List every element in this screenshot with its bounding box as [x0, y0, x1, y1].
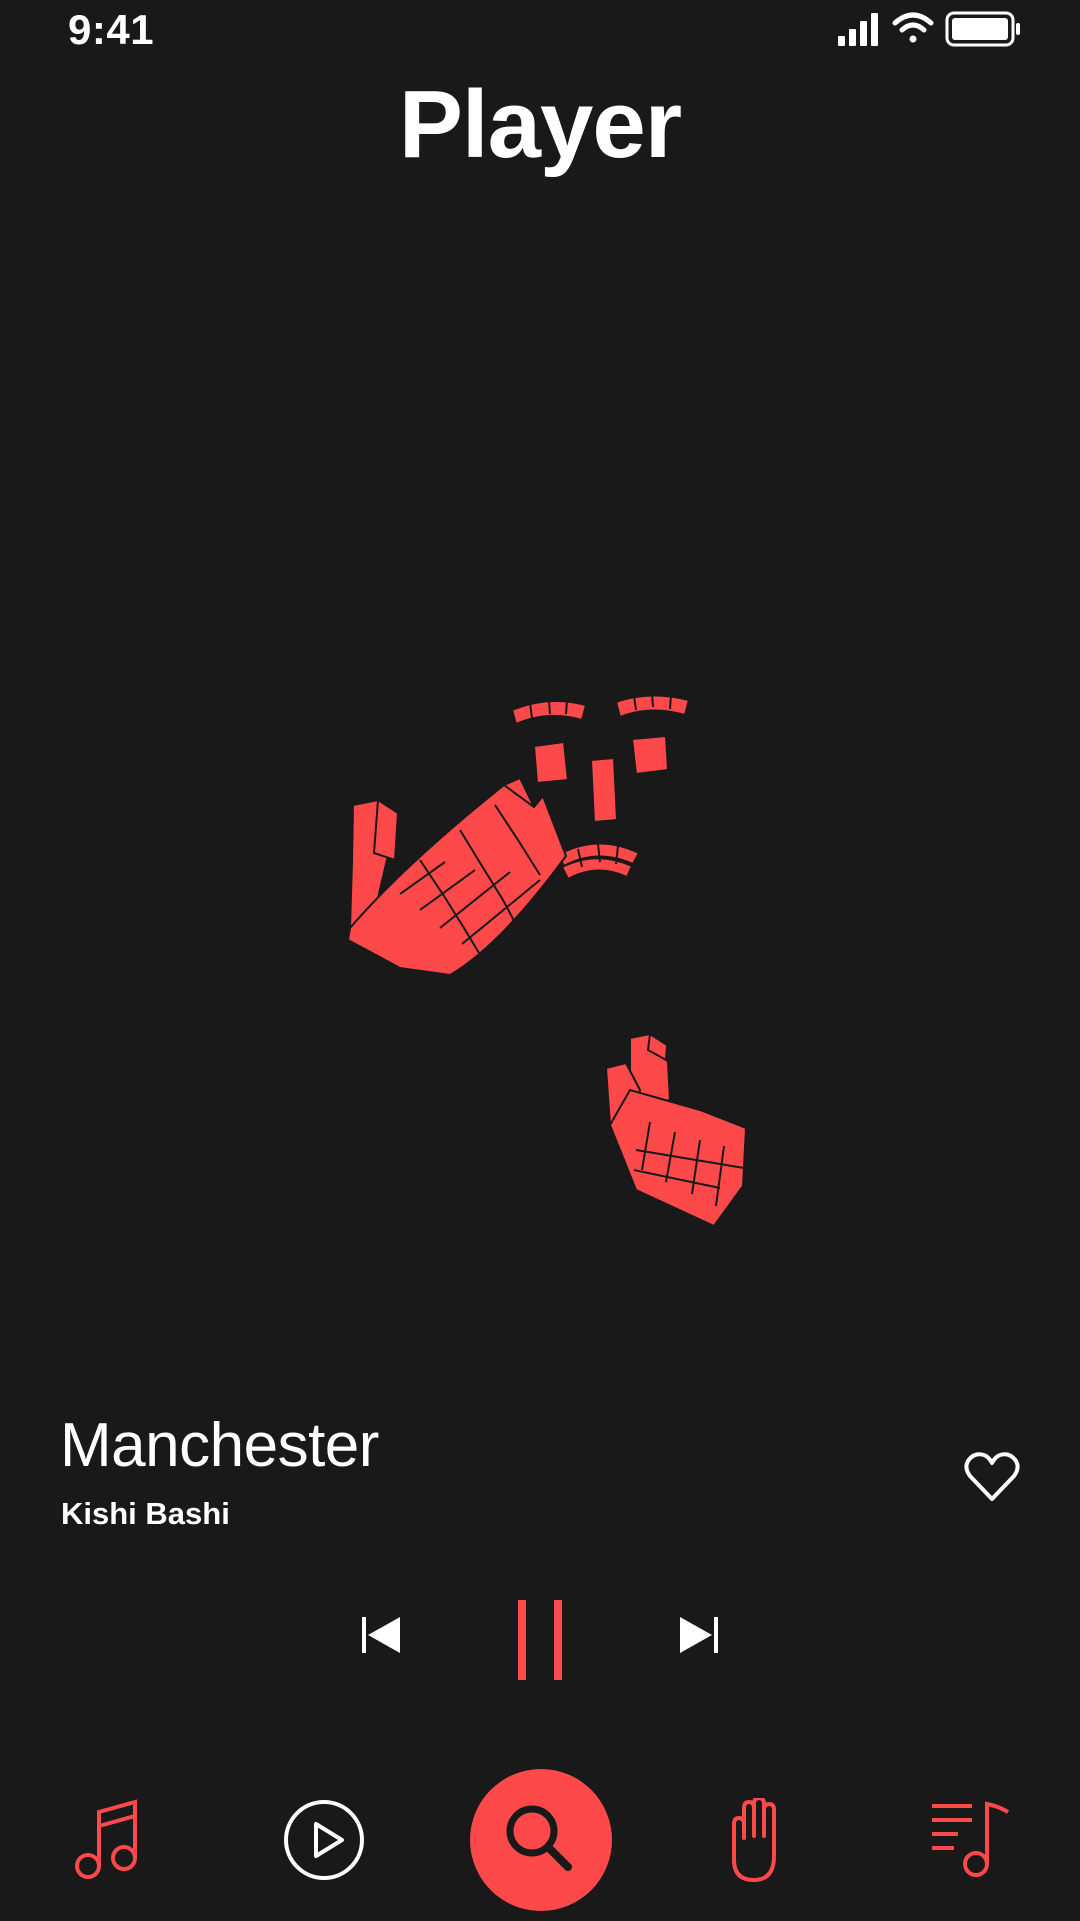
- next-icon: [680, 1617, 718, 1653]
- hand-illustration-right: [604, 1032, 748, 1228]
- previous-button[interactable]: [358, 1614, 404, 1656]
- status-time: 9:41: [68, 6, 155, 53]
- search-icon: [506, 1805, 572, 1871]
- track-artist: Kishi Bashi: [61, 1496, 230, 1531]
- wifi-icon: [892, 12, 934, 43]
- status-icons: [800, 8, 1060, 48]
- previous-icon: [362, 1617, 400, 1653]
- playlist-icon: [932, 1801, 1010, 1877]
- hand-icon: [732, 1796, 776, 1882]
- signal-icon: [838, 13, 878, 46]
- page-title: Player: [398, 71, 682, 178]
- tab-hand[interactable]: [728, 1796, 784, 1884]
- battery-icon: [945, 11, 1020, 47]
- music-note-icon: [75, 1799, 137, 1879]
- status-bar: 9:41: [0, 0, 1080, 70]
- tab-playlist[interactable]: [928, 1798, 1012, 1882]
- tab-search[interactable]: [470, 1769, 612, 1911]
- tab-now-playing[interactable]: [282, 1798, 366, 1882]
- like-button[interactable]: [962, 1447, 1022, 1507]
- status-icons-svg: [838, 11, 1020, 47]
- album-art-illustration: [346, 692, 748, 1228]
- player-screen: 9:41 Player Manchester Kishi Bashi: [0, 0, 1080, 1921]
- heart-icon: [964, 1452, 1020, 1501]
- next-button[interactable]: [676, 1614, 722, 1656]
- pause-button[interactable]: [512, 1600, 568, 1680]
- track-title: Manchester: [60, 1411, 379, 1480]
- hand-illustration-left: [346, 776, 568, 977]
- tab-music[interactable]: [72, 1798, 148, 1884]
- play-circle-icon: [284, 1800, 364, 1880]
- tab-bar: [0, 1760, 1080, 1921]
- playback-controls: [0, 1600, 1080, 1680]
- pause-icon: [518, 1600, 562, 1680]
